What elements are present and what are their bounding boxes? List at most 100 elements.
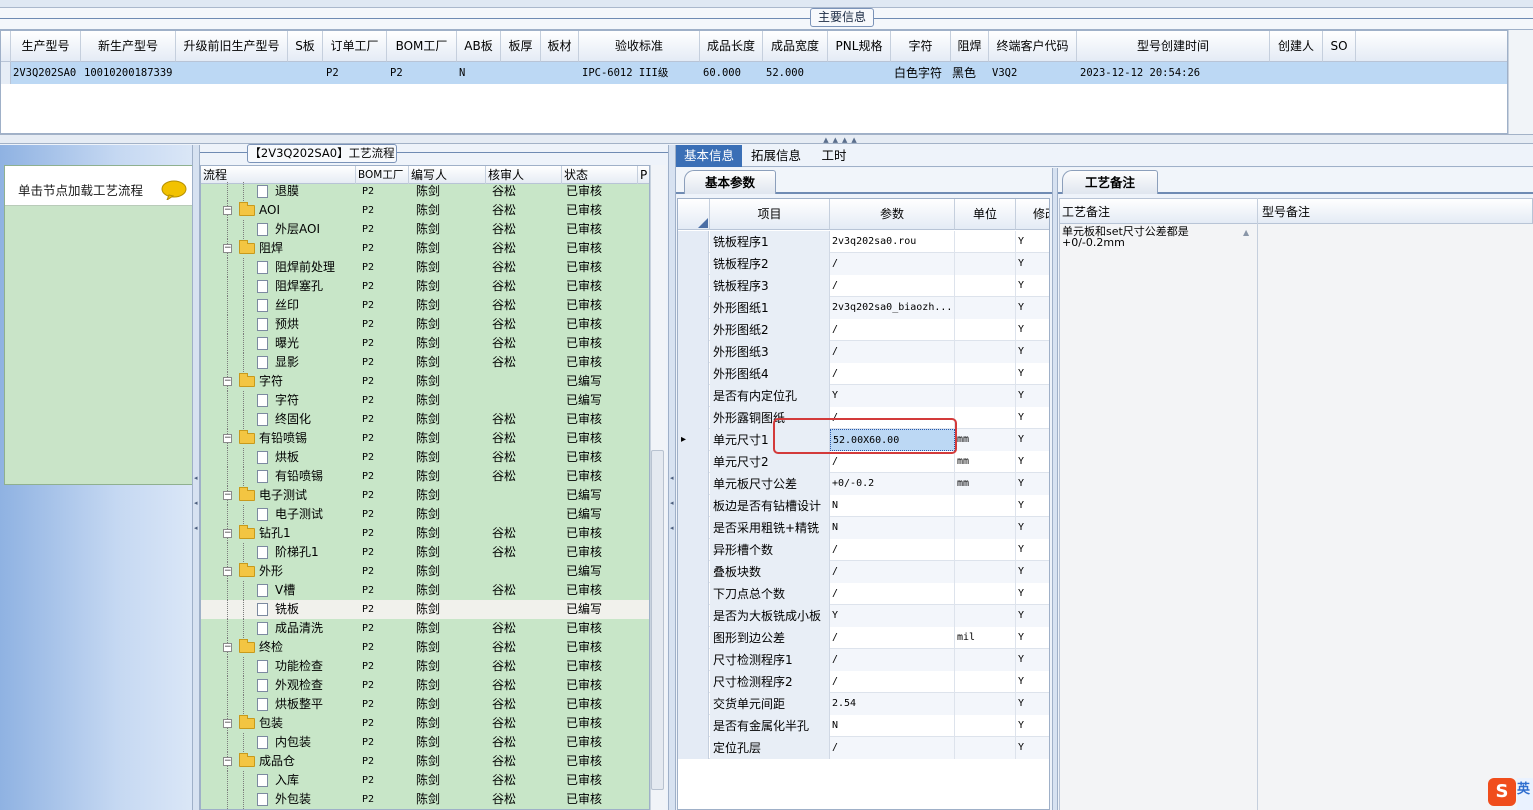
right-vertical-splitter[interactable] (1052, 168, 1058, 810)
col-modify[interactable]: 修改 (1016, 199, 1049, 230)
param-unit[interactable]: mm (955, 451, 1016, 473)
collapse-toggle-icon[interactable]: − (223, 567, 232, 576)
col-s-board[interactable]: S板 (288, 31, 323, 62)
col-param[interactable]: 参数 (830, 199, 955, 230)
param-unit[interactable] (955, 517, 1016, 539)
param-value[interactable]: / (830, 649, 955, 671)
param-value[interactable]: +0/-0.2 (830, 473, 955, 495)
param-row[interactable]: 尺寸检测程序1/ Y (678, 649, 1049, 671)
splitter-arrow-icon[interactable]: ◂ (194, 475, 199, 482)
scroll-up-arrow-icon[interactable]: ▲ (1243, 228, 1249, 237)
process-row[interactable]: 内包装 P2 陈剑 谷松 已审核 (201, 733, 649, 752)
cell-prod-model[interactable]: 2V3Q202SA0 (12, 62, 76, 84)
process-node-box[interactable] (4, 165, 193, 485)
param-row[interactable]: 图形到边公差 / mil Y (678, 627, 1049, 649)
process-row[interactable]: − 终检 P2 陈剑 谷松 已审核 (201, 638, 649, 657)
param-row[interactable]: 单元尺寸2/mm Y (678, 451, 1049, 473)
param-modify[interactable]: Y (1016, 627, 1049, 649)
col-so[interactable]: SO (1323, 31, 1356, 62)
cell-bom-factory[interactable]: P2 (389, 62, 403, 84)
col-pnl-spec[interactable]: PNL规格 (828, 31, 891, 62)
param-modify[interactable]: Y (1016, 297, 1049, 319)
param-unit[interactable] (955, 671, 1016, 693)
param-unit[interactable] (955, 275, 1016, 297)
process-row[interactable]: 外层AOI P2 陈剑 谷松 已审核 (201, 220, 649, 239)
param-value[interactable]: 2v3q202sa0.rou (830, 231, 955, 253)
collapse-toggle-icon[interactable]: − (223, 643, 232, 652)
col-length[interactable]: 成品长度 (700, 31, 763, 62)
param-unit[interactable] (955, 231, 1016, 253)
param-row[interactable]: 下刀点总个数 / Y (678, 583, 1049, 605)
param-value[interactable]: / (830, 561, 955, 583)
param-unit[interactable] (955, 605, 1016, 627)
col-created-time[interactable]: 型号创建时间 (1077, 31, 1270, 62)
col-customer-code[interactable]: 终端客户代码 (989, 31, 1077, 62)
process-row[interactable]: 阶梯孔1 P2 陈剑 谷松 已审核 (201, 543, 649, 562)
col-creator[interactable]: 创建人 (1270, 31, 1323, 62)
param-modify[interactable]: Y (1016, 429, 1049, 451)
process-tree-grid[interactable]: 流程 BOM工厂 编写人 核审人 状态 P 退膜 P2 陈剑 谷松 已审核 − AOI P2 陈… (200, 165, 650, 810)
param-row[interactable]: 叠板块数 / Y (678, 561, 1049, 583)
param-modify[interactable]: Y (1016, 473, 1049, 495)
cell-created-time[interactable]: 2023-12-12 20:54:26 (1079, 62, 1200, 84)
param-modify[interactable]: Y (1016, 275, 1049, 297)
col-item[interactable]: 项目 (710, 199, 830, 230)
param-value[interactable]: / (830, 319, 955, 341)
cell-acceptance[interactable]: IPC-6012 III级 (581, 62, 668, 84)
tab-craft-remarks[interactable]: 工艺备注 (1062, 170, 1158, 194)
param-row[interactable]: 交货单元间距 2.54 Y (678, 693, 1049, 715)
param-modify[interactable]: Y (1016, 407, 1049, 429)
param-unit[interactable] (955, 385, 1016, 407)
process-row[interactable]: 功能检查 P2 陈剑 谷松 已审核 (201, 657, 649, 676)
param-unit[interactable] (955, 539, 1016, 561)
process-row[interactable]: 阻焊塞孔 P2 陈剑 谷松 已审核 (201, 277, 649, 296)
col-bom-factory[interactable]: BOM工厂 (387, 31, 457, 62)
param-modify[interactable]: Y (1016, 451, 1049, 473)
param-unit[interactable] (955, 583, 1016, 605)
param-unit[interactable] (955, 693, 1016, 715)
process-row[interactable]: 外观检查 P2 陈剑 谷松 已审核 (201, 676, 649, 695)
param-value[interactable]: N (830, 517, 955, 539)
process-row[interactable]: − 有铅喷锡 P2 陈剑 谷松 已审核 (201, 429, 649, 448)
param-modify[interactable]: Y (1016, 253, 1049, 275)
cell-solder-mask[interactable]: 黑色 (951, 62, 976, 84)
process-row[interactable]: 铣板 P2 陈剑 已编写 (201, 600, 649, 619)
splitter-arrow-icon[interactable]: ◂ (194, 500, 199, 507)
params-grid[interactable]: 项目 参数 单位 修改 铣板程序12v3q202sa0.rouY铣板程序2/Y铣… (677, 198, 1050, 810)
process-row[interactable]: − 包装 P2 陈剑 谷松 已审核 (201, 714, 649, 733)
param-unit[interactable]: mm (955, 429, 1016, 451)
param-row[interactable]: 外形图纸4/ Y (678, 363, 1049, 385)
param-unit[interactable] (955, 495, 1016, 517)
collapse-toggle-icon[interactable]: − (223, 491, 232, 500)
param-modify[interactable]: Y (1016, 583, 1049, 605)
param-unit[interactable] (955, 253, 1016, 275)
param-modify[interactable]: Y (1016, 649, 1049, 671)
col-order-factory[interactable]: 订单工厂 (323, 31, 387, 62)
param-row[interactable]: 是否为大板铣成小板 Y Y (678, 605, 1049, 627)
cell-width[interactable]: 52.000 (765, 62, 804, 84)
param-value[interactable]: / (830, 341, 955, 363)
main-info-grid[interactable]: 生产型号 新生产型号 升级前旧生产型号 S板 订单工厂 BOM工厂 AB板 板厚… (0, 30, 1508, 134)
param-unit[interactable]: mil (955, 627, 1016, 649)
collapse-toggle-icon[interactable]: − (223, 377, 232, 386)
param-value[interactable]: / (830, 671, 955, 693)
col-thickness[interactable]: 板厚 (501, 31, 541, 62)
left-vertical-splitter[interactable]: ◂ ◂ ◂ (192, 145, 200, 810)
process-row[interactable]: 入库 P2 陈剑 谷松 已审核 (201, 771, 649, 790)
col-new-prod-model[interactable]: 新生产型号 (81, 31, 176, 62)
col-old-prod-model[interactable]: 升级前旧生产型号 (176, 31, 288, 62)
splitter-arrow-icon[interactable]: ◂ (670, 525, 675, 532)
cell-char[interactable]: 白色字符 (893, 62, 942, 84)
col-unit[interactable]: 单位 (955, 199, 1016, 230)
process-row[interactable]: 电子测试 P2 陈剑 已编写 (201, 505, 649, 524)
param-modify[interactable]: Y (1016, 495, 1049, 517)
param-row[interactable]: 铣板程序3/ Y (678, 275, 1049, 297)
collapse-toggle-icon[interactable]: − (223, 434, 232, 443)
process-row[interactable]: − 电子测试 P2 陈剑 已编写 (201, 486, 649, 505)
tab-basic-info[interactable]: 基本信息 (676, 145, 742, 167)
process-row[interactable]: 烘板 P2 陈剑 谷松 已审核 (201, 448, 649, 467)
param-unit[interactable] (955, 715, 1016, 737)
process-row[interactable]: 阻焊前处理 P2 陈剑 谷松 已审核 (201, 258, 649, 277)
collapse-toggle-icon[interactable]: − (223, 244, 232, 253)
col-char[interactable]: 字符 (891, 31, 951, 62)
